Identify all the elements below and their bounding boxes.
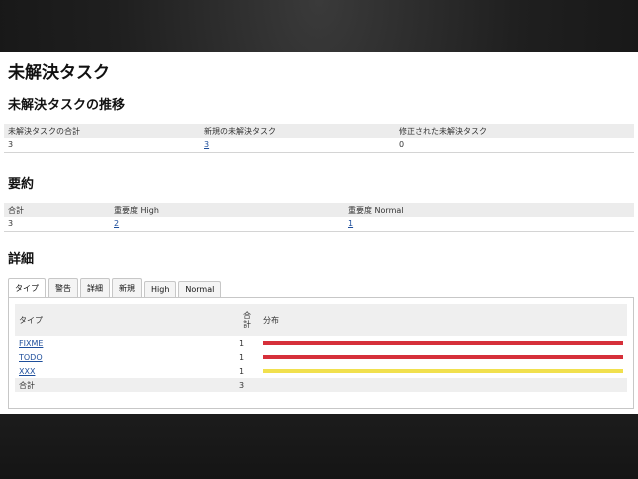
trend-value-row: 3 3 0	[4, 138, 634, 153]
count-cell: 1	[239, 338, 245, 348]
trend-col-total: 未解決タスクの合計	[8, 126, 80, 136]
bottom-background	[0, 414, 638, 479]
tab-new[interactable]: 新規	[112, 278, 142, 298]
page-title: 未解決タスク	[8, 63, 110, 83]
col-count-line2: 計	[243, 320, 251, 329]
summary-col-total: 合計	[8, 205, 24, 215]
type-table-header: タイプ 合 計 分布	[15, 304, 627, 336]
col-distribution: 分布	[259, 304, 627, 336]
summary-header-row: 合計 重要度 High 重要度 Normal	[4, 203, 634, 217]
table-row: FIXME 1	[15, 336, 627, 350]
total-value: 3	[235, 378, 259, 392]
tab-high[interactable]: High	[144, 281, 177, 298]
col-count: 合 計	[235, 304, 259, 336]
col-type: タイプ	[15, 304, 235, 336]
table-total-row: 合計 3	[15, 378, 627, 392]
summary-heading: 要約	[8, 177, 35, 192]
tab-warnings[interactable]: 警告	[48, 278, 78, 298]
trend-total-value: 3	[4, 138, 200, 153]
summary-table: 合計 重要度 High 重要度 Normal 3 2 1	[4, 203, 634, 232]
count-cell: 1	[239, 366, 245, 376]
type-link-todo[interactable]: TODO	[19, 353, 43, 362]
total-label: 合計	[15, 378, 235, 392]
summary-normal-link[interactable]: 1	[348, 219, 353, 228]
summary-col-high: 重要度 High	[114, 205, 159, 215]
details-heading: 詳細	[8, 252, 35, 267]
col-count-line1: 合	[243, 311, 251, 320]
type-table: タイプ 合 計 分布 FIXME 1 TODO 1 XXX 1 合計 3	[15, 304, 627, 392]
table-row: TODO 1	[15, 350, 627, 364]
type-link-xxx[interactable]: XXX	[19, 367, 35, 376]
distribution-bar	[263, 341, 623, 345]
table-row: XXX 1	[15, 364, 627, 378]
tab-details[interactable]: 詳細	[80, 278, 110, 298]
trend-header-row: 未解決タスクの合計 新規の未解決タスク 修正された未解決タスク	[4, 124, 634, 138]
trend-col-new: 新規の未解決タスク	[204, 126, 276, 136]
distribution-bar	[263, 355, 623, 359]
trend-table: 未解決タスクの合計 新規の未解決タスク 修正された未解決タスク 3 3 0	[4, 124, 634, 153]
count-cell: 1	[239, 352, 245, 362]
trend-col-fixed: 修正された未解決タスク	[399, 126, 487, 136]
tab-type[interactable]: タイプ	[8, 278, 46, 299]
trend-new-link[interactable]: 3	[204, 140, 209, 149]
distribution-bar	[263, 369, 623, 373]
summary-total-value: 3	[4, 217, 110, 232]
summary-high-link[interactable]: 2	[114, 219, 119, 228]
trend-fixed-value: 0	[395, 138, 634, 153]
report-page: 未解決タスク 未解決タスクの推移 未解決タスクの合計 新規の未解決タスク 修正さ…	[0, 52, 638, 414]
tab-normal[interactable]: Normal	[178, 281, 222, 298]
details-tabs: タイプ 警告 詳細 新規 High Normal	[8, 278, 222, 299]
trend-heading: 未解決タスクの推移	[8, 98, 126, 113]
top-background	[0, 0, 638, 52]
type-link-fixme[interactable]: FIXME	[19, 339, 43, 348]
summary-value-row: 3 2 1	[4, 217, 634, 232]
type-tab-panel: タイプ 合 計 分布 FIXME 1 TODO 1 XXX 1 合計 3	[8, 297, 634, 409]
summary-col-normal: 重要度 Normal	[348, 205, 404, 215]
